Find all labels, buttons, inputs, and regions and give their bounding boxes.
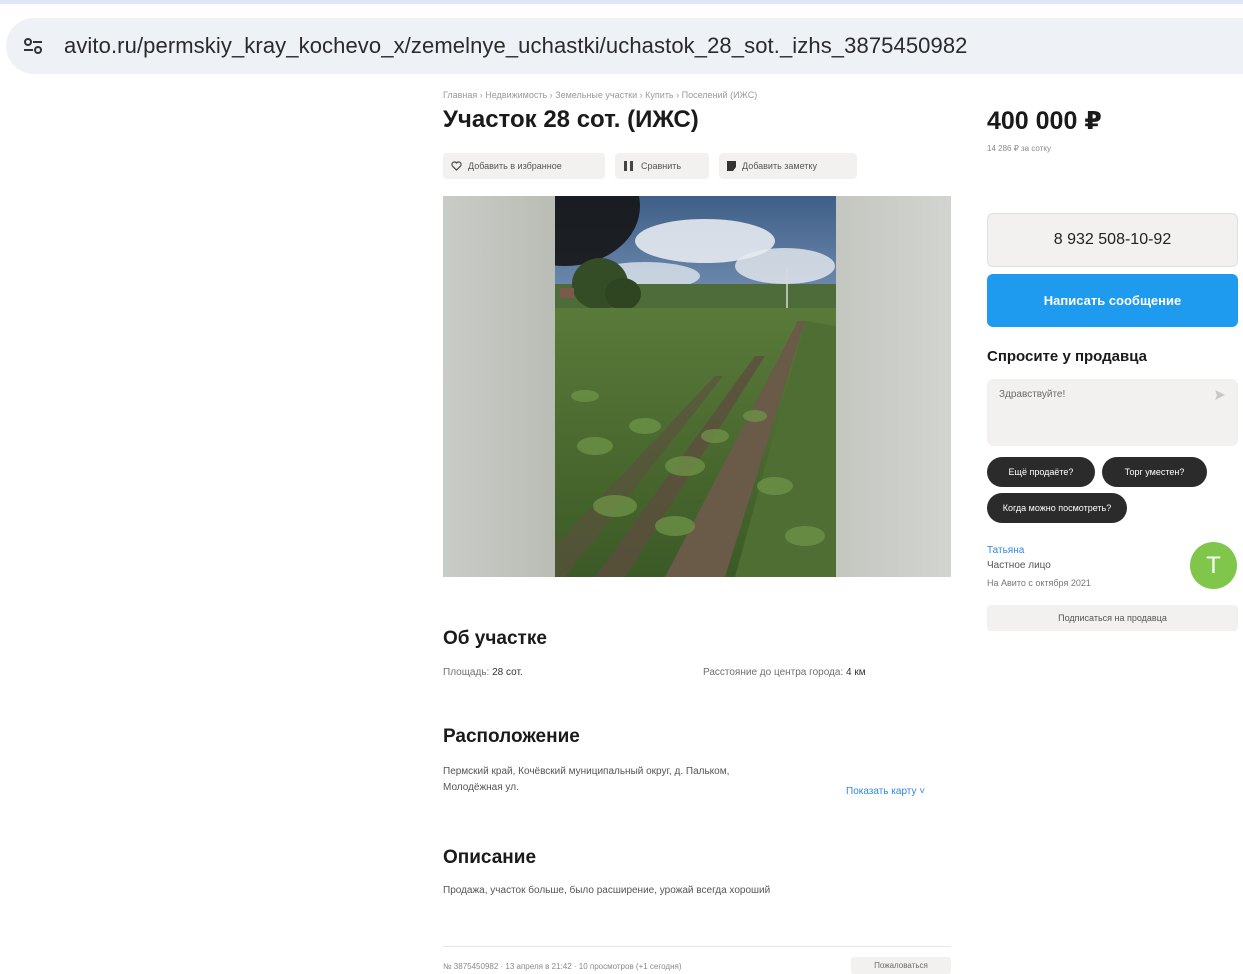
ask-seller-input[interactable]: Здравствуйте! [987,379,1238,446]
compare-label: Сравнить [641,161,682,171]
gallery-blur-left [443,196,555,577]
location-heading: Расположение [443,726,580,747]
breadcrumb[interactable]: Главная › Недвижимость › Земельные участ… [443,90,757,100]
heart-icon [451,161,462,171]
area-label: Площадь: [443,667,490,678]
about-heading: Об участке [443,628,547,649]
area-value: 28 сот. [492,667,523,678]
description-text: Продажа, участок больше, было расширение… [443,885,771,896]
page-title: Участок 28 сот. (ИЖС) [443,106,699,133]
distance-label: Расстояние до центра города: [703,667,844,678]
description-heading: Описание [443,847,537,868]
compare-button[interactable]: Сравнить [615,153,709,179]
add-note-button[interactable]: Добавить заметку [719,153,857,179]
ask-seller-title: Спросите у продавца [987,348,1147,365]
listing-meta: № 3875450982 · 13 апреля в 21:42 · 10 пр… [443,962,682,971]
price-per-sot: 14 286 ₽ за сотку [987,144,1051,153]
distance-value: 4 км [846,667,866,678]
favorite-label: Добавить в избранное [468,161,562,171]
ask-seller-text[interactable]: Здравствуйте! [999,389,1065,400]
address-line-1: Пермский край, Кочёвский муниципальный о… [443,766,730,777]
seller-name-link[interactable]: Татьяна [987,545,1024,556]
listing-photo[interactable] [555,196,836,577]
complain-button[interactable]: Пожаловаться [851,957,951,974]
quick-question-when-view[interactable]: Когда можно посмотреть? [987,493,1127,523]
price: 400 000 ₽ [987,107,1102,135]
url-text[interactable]: avito.ru/permskiy_kray_kochevo_x/zemelny… [64,33,968,59]
gallery-blur-right [836,196,951,577]
area-param: Площадь: 28 сот. [443,667,523,678]
tune-icon[interactable] [16,29,50,63]
add-to-favorites-button[interactable]: Добавить в избранное [443,153,605,179]
photo-gallery[interactable] [443,196,951,577]
address-bar[interactable]: avito.ru/permskiy_kray_kochevo_x/zemelny… [6,18,1243,74]
subscribe-to-seller-button[interactable]: Подписаться на продавца [987,605,1238,631]
note-icon [727,161,736,171]
send-icon[interactable] [1214,389,1226,401]
show-phone-button[interactable]: 8 932 508-10-92 [987,213,1238,267]
note-label: Добавить заметку [742,161,817,171]
distance-param: Расстояние до центра города: 4 км [703,667,866,678]
footer-divider [443,946,951,947]
browser-top-strip [0,0,1243,4]
write-message-button[interactable]: Написать сообщение [987,274,1238,327]
quick-question-bargain[interactable]: Торг уместен? [1102,457,1207,487]
seller-type: Частное лицо [987,560,1051,571]
listing-actions: Добавить в избранное Сравнить Добавить з… [443,153,857,179]
show-map-link[interactable]: Показать карту ˅ [846,786,925,797]
seller-since: На Авито с октября 2021 [987,578,1091,588]
quick-question-still-selling[interactable]: Ещё продаёте? [987,457,1095,487]
compare-icon [624,161,633,171]
address-line-2: Молодёжная ул. [443,782,519,793]
avatar[interactable]: Т [1190,542,1237,589]
